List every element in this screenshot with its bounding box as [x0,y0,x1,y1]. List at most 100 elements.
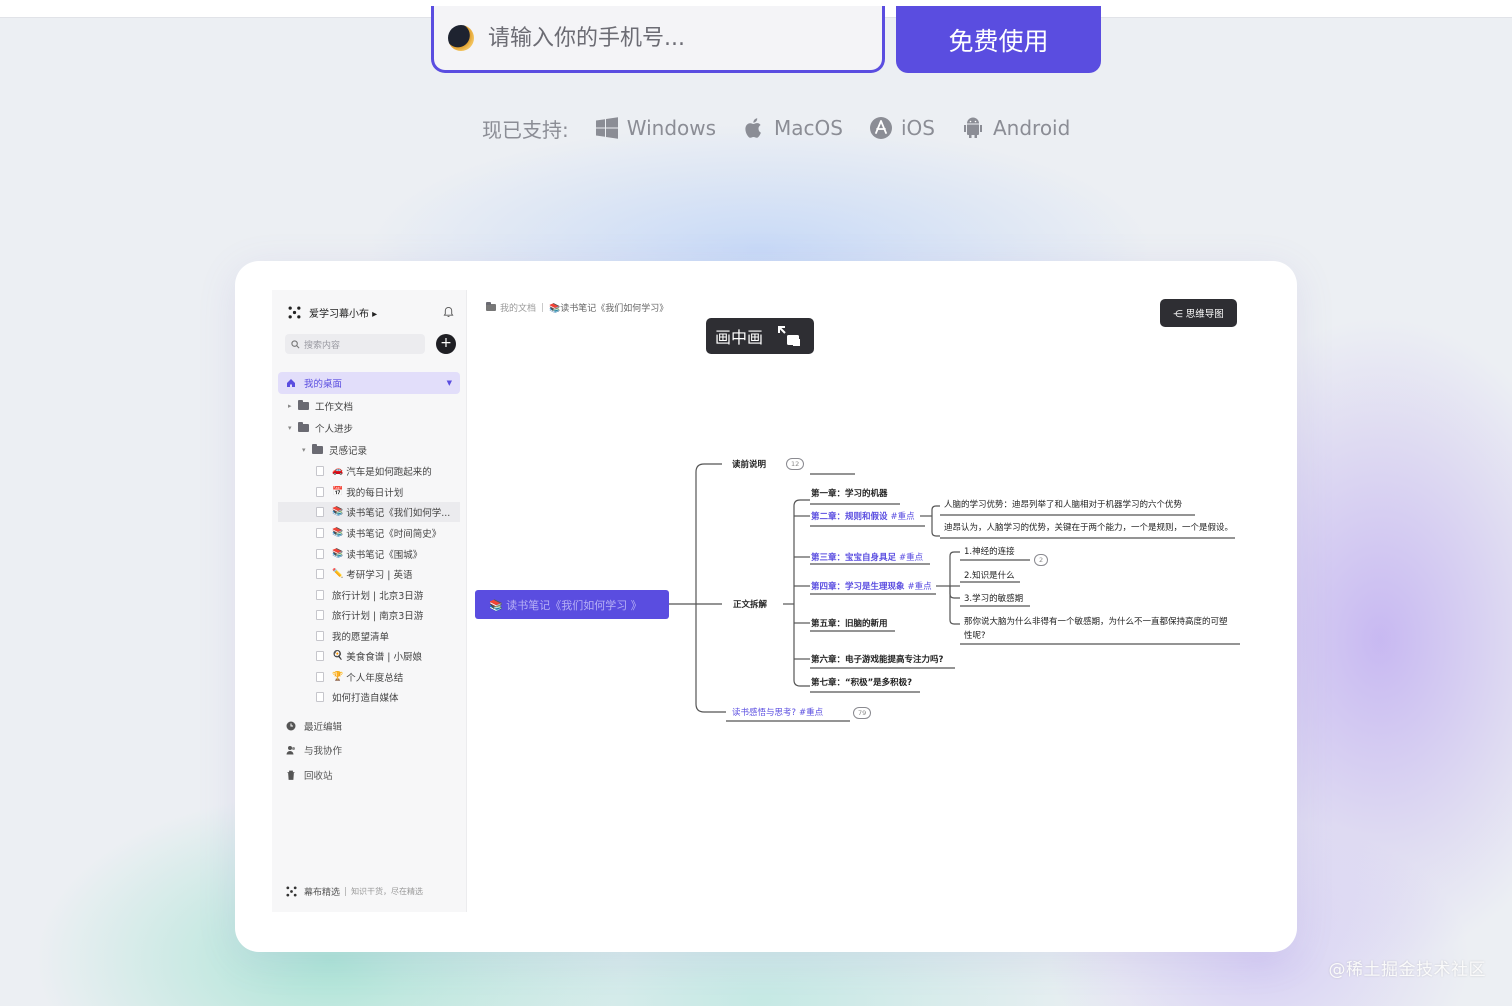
sidebar-item-shared[interactable]: 与我协作 [286,741,342,759]
mindmap-node[interactable]: 第二章：规则和假设 #重点 [811,510,915,522]
tree-doc[interactable]: 🏆 个人年度总结 [316,667,403,687]
mindmap-node[interactable]: 2.知识是什么 [964,569,1015,581]
tree-doc[interactable]: 📚 读书笔记《围城》 [316,544,422,564]
trophy-icon: 🏆 [332,672,344,682]
mindmap-node[interactable]: 第三章：宝宝自身具足 #重点 [811,551,923,563]
clock-icon [286,721,296,731]
platform-label: iOS [900,116,935,140]
tag-label: #重点 [907,582,932,592]
tree-doc[interactable]: 🚗 汽车是如何跑起来的 [316,461,432,481]
sidebar-item-recent[interactable]: 最近编辑 [286,717,342,735]
mindmap-node[interactable]: 读书感悟与思考? #重点 [732,706,823,718]
mindmap-node[interactable]: 第五章：旧脑的新用 [811,617,888,629]
mindmap-node[interactable]: 正文拆解 [733,598,767,610]
mindmap-node[interactable]: 性呢? [964,629,986,641]
sidebar-item-home[interactable]: 我的桌面 ▼ [278,372,460,394]
breadcrumb-doc[interactable]: 📚读书笔记《我们如何学习》 [549,301,668,314]
android-icon [963,117,982,138]
tree-doc[interactable]: 🍳 美食食谱 | 小厨娘 [316,646,422,666]
platform-macos[interactable]: MacOS [742,116,843,140]
phone-input-box[interactable] [431,6,885,73]
tree-item-label: 我的愿望清单 [332,632,390,643]
picture-in-picture-button[interactable]: 画中画 [706,318,814,354]
breadcrumb-folder[interactable]: 我的文档 [500,301,536,314]
pip-icon [778,326,801,346]
platform-android[interactable]: Android [961,116,1070,140]
workspace-header[interactable]: 爱学习幕小布 ▸ [288,304,454,320]
free-use-button[interactable]: 免费使用 [896,6,1101,73]
mindmap-node[interactable]: 人脑的学习优势：迪昂列举了和人脑相对于机器学习的六个优势 [944,498,1182,510]
sidebar-item-label: 最近编辑 [304,722,343,733]
tree-item-label: 工作文档 [315,402,354,413]
trash-icon [287,770,295,780]
sidebar-search[interactable]: 搜索内容 [285,334,425,354]
tree-item-label: 旅行计划 | 北京3日游 [332,591,424,602]
tree-item-label: 如何打造自媒体 [332,693,399,704]
tag-label: #重点 [798,708,824,718]
moon-icon [448,25,474,51]
tree-item-label: 考研学习 | 英语 [346,570,413,581]
home-icon [287,379,295,387]
mindmap-node[interactable]: 第七章：“积极”是多积极? [811,676,912,688]
platform-label: Android [992,116,1071,140]
collapsed-count-badge[interactable]: 2 [1034,554,1049,566]
tree-folder-inspiration[interactable]: ▾ 灵感记录 [302,440,367,460]
phone-input[interactable] [488,25,848,51]
mindmap-root-node[interactable]: 📚 读书笔记《我们如何学习 》 [475,590,669,619]
app-store-icon [869,117,892,139]
tree-doc[interactable]: 📚 读书笔记《时间简史》 [316,523,441,543]
mindmap-node[interactable]: 1.神经的连接 [964,545,1015,557]
tree-item-label: 个人进步 [315,424,354,435]
collapsed-count-badge[interactable]: 12 [786,458,805,470]
tree-folder-personal[interactable]: ▾ 个人进步 [288,418,353,438]
tree-doc[interactable]: 旅行计划 | 北京3日游 [316,585,423,605]
chevron-down-icon: ▾ [302,446,306,454]
tree-doc[interactable]: 我的愿望清单 [316,626,389,646]
tree-doc[interactable]: 如何打造自媒体 [316,687,399,707]
mindmap-node[interactable]: 第四章：学习是生理现象 #重点 [811,580,932,592]
mindmap-node[interactable]: 迪昂认为，人脑学习的优势，关键在于两个能力，一个是规则，一个是假设。 [944,521,1233,533]
tree-doc[interactable]: 📅 我的每日计划 [316,482,403,502]
workspace-name: 爱学习幕小布 ▸ [309,308,378,320]
node-text: 第四章：学习是生理现象 [811,582,905,592]
tree-doc-active[interactable]: 📚 读书笔记《我们如何学... [278,502,460,522]
collapsed-count-badge[interactable]: 79 [853,707,872,719]
folder-icon [312,444,323,454]
bell-icon[interactable] [443,306,454,318]
platform-label: MacOS [774,116,843,140]
books-icon: 📚 [332,507,344,517]
platform-windows[interactable]: Windows [595,116,716,140]
mindmap-node[interactable]: 3.学习的敏感期 [964,592,1023,604]
pencil-icon: ✏️ [332,569,344,579]
breadcrumb: 我的文档 | 📚读书笔记《我们如何学习》 [486,301,668,314]
platform-ios[interactable]: iOS [869,116,935,140]
tree-folder-work-docs[interactable]: ▸ 工作文档 [288,396,353,416]
folder-icon [298,422,309,432]
search-icon [291,339,300,348]
sidebar-item-trash[interactable]: 回收站 [286,766,333,784]
app-sidebar: 爱学习幕小布 ▸ 搜索内容 + 我的桌面 ▼ ▸ 工作文档 ▾ 个人进步 ▾ 灵… [272,290,467,912]
mubu-logo-icon [286,886,297,897]
chevron-down-icon: ▼ [446,379,452,387]
document-icon [316,631,324,641]
mindmap-node[interactable]: 第六章：电子游戏能提高专注力吗? [811,653,943,665]
node-text: 第三章：宝宝自身具足 [811,553,897,563]
tree-doc[interactable]: 旅行计划 | 南京3日游 [316,605,423,625]
document-icon [316,610,324,620]
document-icon [316,507,324,517]
mindmap-button[interactable]: ⋲ 思维导图 [1160,299,1237,327]
platform-label: Windows [626,116,717,140]
watermark: @稀土掘金技术社区 [1328,960,1486,980]
mindmap-node[interactable]: 第一章：学习的机器 [811,487,888,499]
tree-item-label: 我的每日计划 [346,488,404,499]
tree-doc[interactable]: ✏️ 考研学习 | 英语 [316,564,412,584]
tree-item-label: 读书笔记《我们如何学... [346,508,451,519]
document-icon [316,549,324,559]
mindmap-node[interactable]: 那你说大脑为什么非得有一个敏感期，为什么不一直都保持高度的可塑 [964,615,1228,627]
mindmap-node[interactable]: 读前说明 [732,458,766,470]
sidebar-footer[interactable]: 幕布精选 | 知识干货，尽在精选 [286,885,423,898]
tree-item-label: 旅行计划 | 南京3日游 [332,611,424,622]
users-icon [286,746,295,755]
add-button[interactable]: + [436,334,456,354]
tree-item-label: 美食食谱 | 小厨娘 [346,652,422,663]
